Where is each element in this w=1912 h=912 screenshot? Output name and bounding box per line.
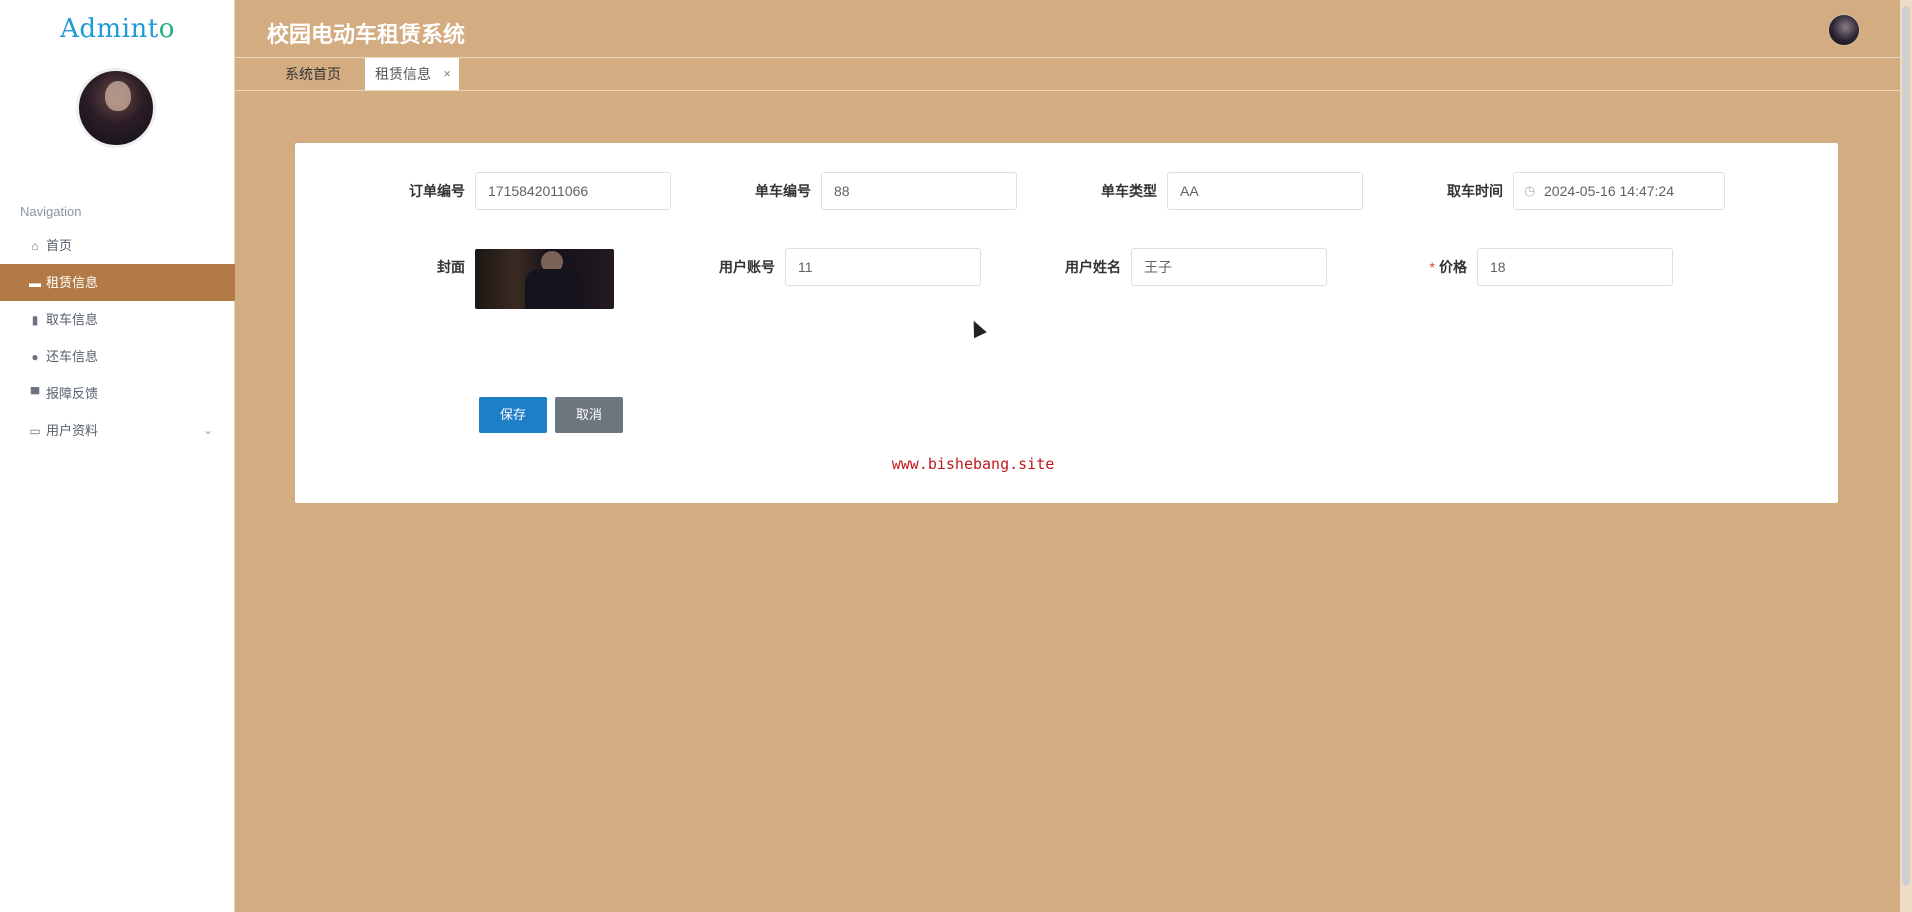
cover-label: 封面: [437, 259, 465, 275]
sidebar-item-label: 报障反馈: [46, 386, 99, 401]
id-card-icon: ▭: [29, 424, 41, 438]
page-scrollbar[interactable]: [1900, 0, 1912, 912]
tab-rental-info[interactable]: 租赁信息 ×: [365, 58, 459, 90]
bike-type-input[interactable]: [1167, 172, 1363, 210]
sidebar-item-fault-feedback[interactable]: ▀ 报障反馈: [0, 375, 235, 412]
account-input[interactable]: [785, 248, 981, 286]
tab-bar: 系统首页 租赁信息 ×: [235, 58, 1912, 91]
sidebar-item-return-info[interactable]: ● 还车信息: [0, 338, 235, 375]
profile-avatar[interactable]: [76, 68, 156, 148]
nav-title: Navigation: [20, 204, 82, 219]
required-asterisk: *: [1429, 259, 1435, 275]
tab-label: 租赁信息: [375, 66, 431, 82]
tab-label: 系统首页: [285, 66, 341, 82]
sidebar-item-label: 还车信息: [46, 349, 99, 364]
account-label: 用户账号: [719, 259, 775, 275]
pickup-time-label: 取车时间: [1447, 183, 1503, 199]
price-label-text: 价格: [1439, 259, 1467, 275]
user-name-label: 用户姓名: [1065, 259, 1121, 275]
home-icon: ⌂: [31, 239, 39, 253]
watermark-text: www.bishebang.site: [891, 455, 1055, 473]
cover-image[interactable]: [475, 249, 614, 309]
monitor-icon: ▀: [30, 387, 40, 401]
tab-system-home[interactable]: 系统首页: [275, 58, 351, 90]
sidebar-item-label: 首页: [46, 238, 73, 253]
order-no-label: 订单编号: [409, 183, 465, 199]
briefcase-icon: ▬: [29, 276, 41, 290]
bike-no-label: 单车编号: [755, 183, 811, 199]
user-name-input[interactable]: [1131, 248, 1327, 286]
sidebar-item-rental-info[interactable]: ▬ 租赁信息: [0, 264, 235, 301]
sidebar-item-label: 用户资料: [46, 423, 99, 438]
sidebar-item-label: 取车信息: [46, 312, 99, 327]
sidebar-item-user-profile[interactable]: ▭ 用户资料 ⌄: [0, 412, 235, 449]
clipboard-icon: ▮: [31, 313, 39, 327]
sidebar-item-label: 租赁信息: [46, 275, 99, 290]
price-label: * 价格: [1357, 248, 1467, 286]
scrollbar-thumb[interactable]: [1902, 6, 1910, 886]
chevron-down-icon: ⌄: [202, 423, 213, 437]
sidebar-item-pickup-info[interactable]: ▮ 取车信息: [0, 301, 235, 338]
logo-text: Admint: [60, 14, 159, 44]
logo[interactable]: Adminto: [0, 14, 235, 44]
rental-form-card: 订单编号 单车编号 单车类型 取车时间 ◷ 封面 用户账号 用户姓名 *价格 保…: [295, 143, 1838, 503]
save-button[interactable]: 保存: [479, 397, 547, 433]
cancel-button[interactable]: 取消: [555, 397, 623, 433]
bike-type-label: 单车类型: [1101, 183, 1157, 199]
sidebar: Adminto Navigation ⌂ 首页 ▬ 租赁信息 ▮ 取车信息 ● 还车信息…: [0, 0, 235, 912]
logo-accent: o: [158, 14, 175, 44]
price-input[interactable]: [1477, 248, 1673, 286]
sidebar-item-home[interactable]: ⌂ 首页: [0, 227, 235, 264]
top-header: 校园电动车租赁系统: [235, 0, 1912, 58]
user-avatar[interactable]: [1828, 14, 1860, 46]
order-no-input[interactable]: [475, 172, 671, 210]
map-pin-icon: ●: [31, 350, 39, 364]
bike-no-input[interactable]: [821, 172, 1017, 210]
sidebar-nav: ⌂ 首页 ▬ 租赁信息 ▮ 取车信息 ● 还车信息 ▀ 报障反馈 ▭ 用户资料 ⌄: [0, 227, 235, 449]
system-title: 校园电动车租赁系统: [267, 22, 466, 47]
close-icon[interactable]: ×: [443, 58, 451, 90]
clock-icon: ◷: [1524, 183, 1536, 198]
pickup-time-input[interactable]: [1513, 172, 1725, 210]
